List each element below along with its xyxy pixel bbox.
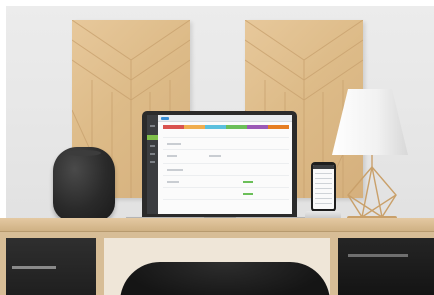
- table-cell: [209, 155, 221, 157]
- sidebar-nav-item: [150, 161, 155, 163]
- table-row: [163, 187, 289, 188]
- desk-scene: [0, 0, 434, 295]
- table-row: [163, 175, 289, 176]
- tab-color-6: [268, 125, 289, 129]
- desk-drawer-right: [338, 238, 434, 295]
- table-cell: [167, 143, 181, 145]
- phone-list-row: [315, 188, 332, 189]
- smartphone: [311, 162, 336, 212]
- phone-app-header: [313, 165, 334, 169]
- laptop-screen: [147, 115, 292, 214]
- table-row: [163, 199, 289, 200]
- tab-color-5: [247, 125, 268, 129]
- phone-list-row: [315, 178, 332, 179]
- table-row: [163, 137, 289, 138]
- phone-list-row: [315, 203, 332, 204]
- office-chair: [120, 262, 330, 295]
- table-row: [163, 163, 289, 164]
- sidebar-nav-item: [150, 125, 155, 127]
- desk-top: [0, 218, 434, 232]
- app-colored-tabs: [163, 125, 289, 129]
- sidebar-active-item: [147, 135, 158, 140]
- app-topbar: [158, 115, 292, 122]
- desk-drawer-left: [6, 238, 96, 295]
- photo-border-top: [0, 0, 434, 6]
- phone-list-row: [315, 198, 332, 199]
- tab-color-2: [184, 125, 205, 129]
- table-cell: [167, 181, 179, 183]
- table-cell: [167, 169, 183, 171]
- app-sidebar: [147, 115, 158, 214]
- drawer-handle: [12, 266, 56, 269]
- tab-color-4: [226, 125, 247, 129]
- tab-color-1: [163, 125, 184, 129]
- table-row: [163, 149, 289, 150]
- phone-list-row: [315, 183, 332, 184]
- phone-list-row: [315, 193, 332, 194]
- lamp-shade: [332, 89, 408, 155]
- table-cell: [167, 155, 177, 157]
- phone-list-row: [315, 173, 332, 174]
- status-cell: [243, 193, 253, 195]
- drawer-handle: [348, 254, 408, 257]
- smart-speaker: [53, 147, 115, 221]
- sidebar-nav-item: [150, 145, 155, 147]
- phone-screen: [313, 165, 334, 209]
- lamp-brass-base: [347, 155, 397, 218]
- tab-color-3: [205, 125, 226, 129]
- status-cell: [243, 181, 253, 183]
- speaker-top: [67, 150, 101, 156]
- laptop: [142, 111, 297, 217]
- app-logo: [161, 117, 169, 120]
- sidebar-nav-item: [150, 153, 155, 155]
